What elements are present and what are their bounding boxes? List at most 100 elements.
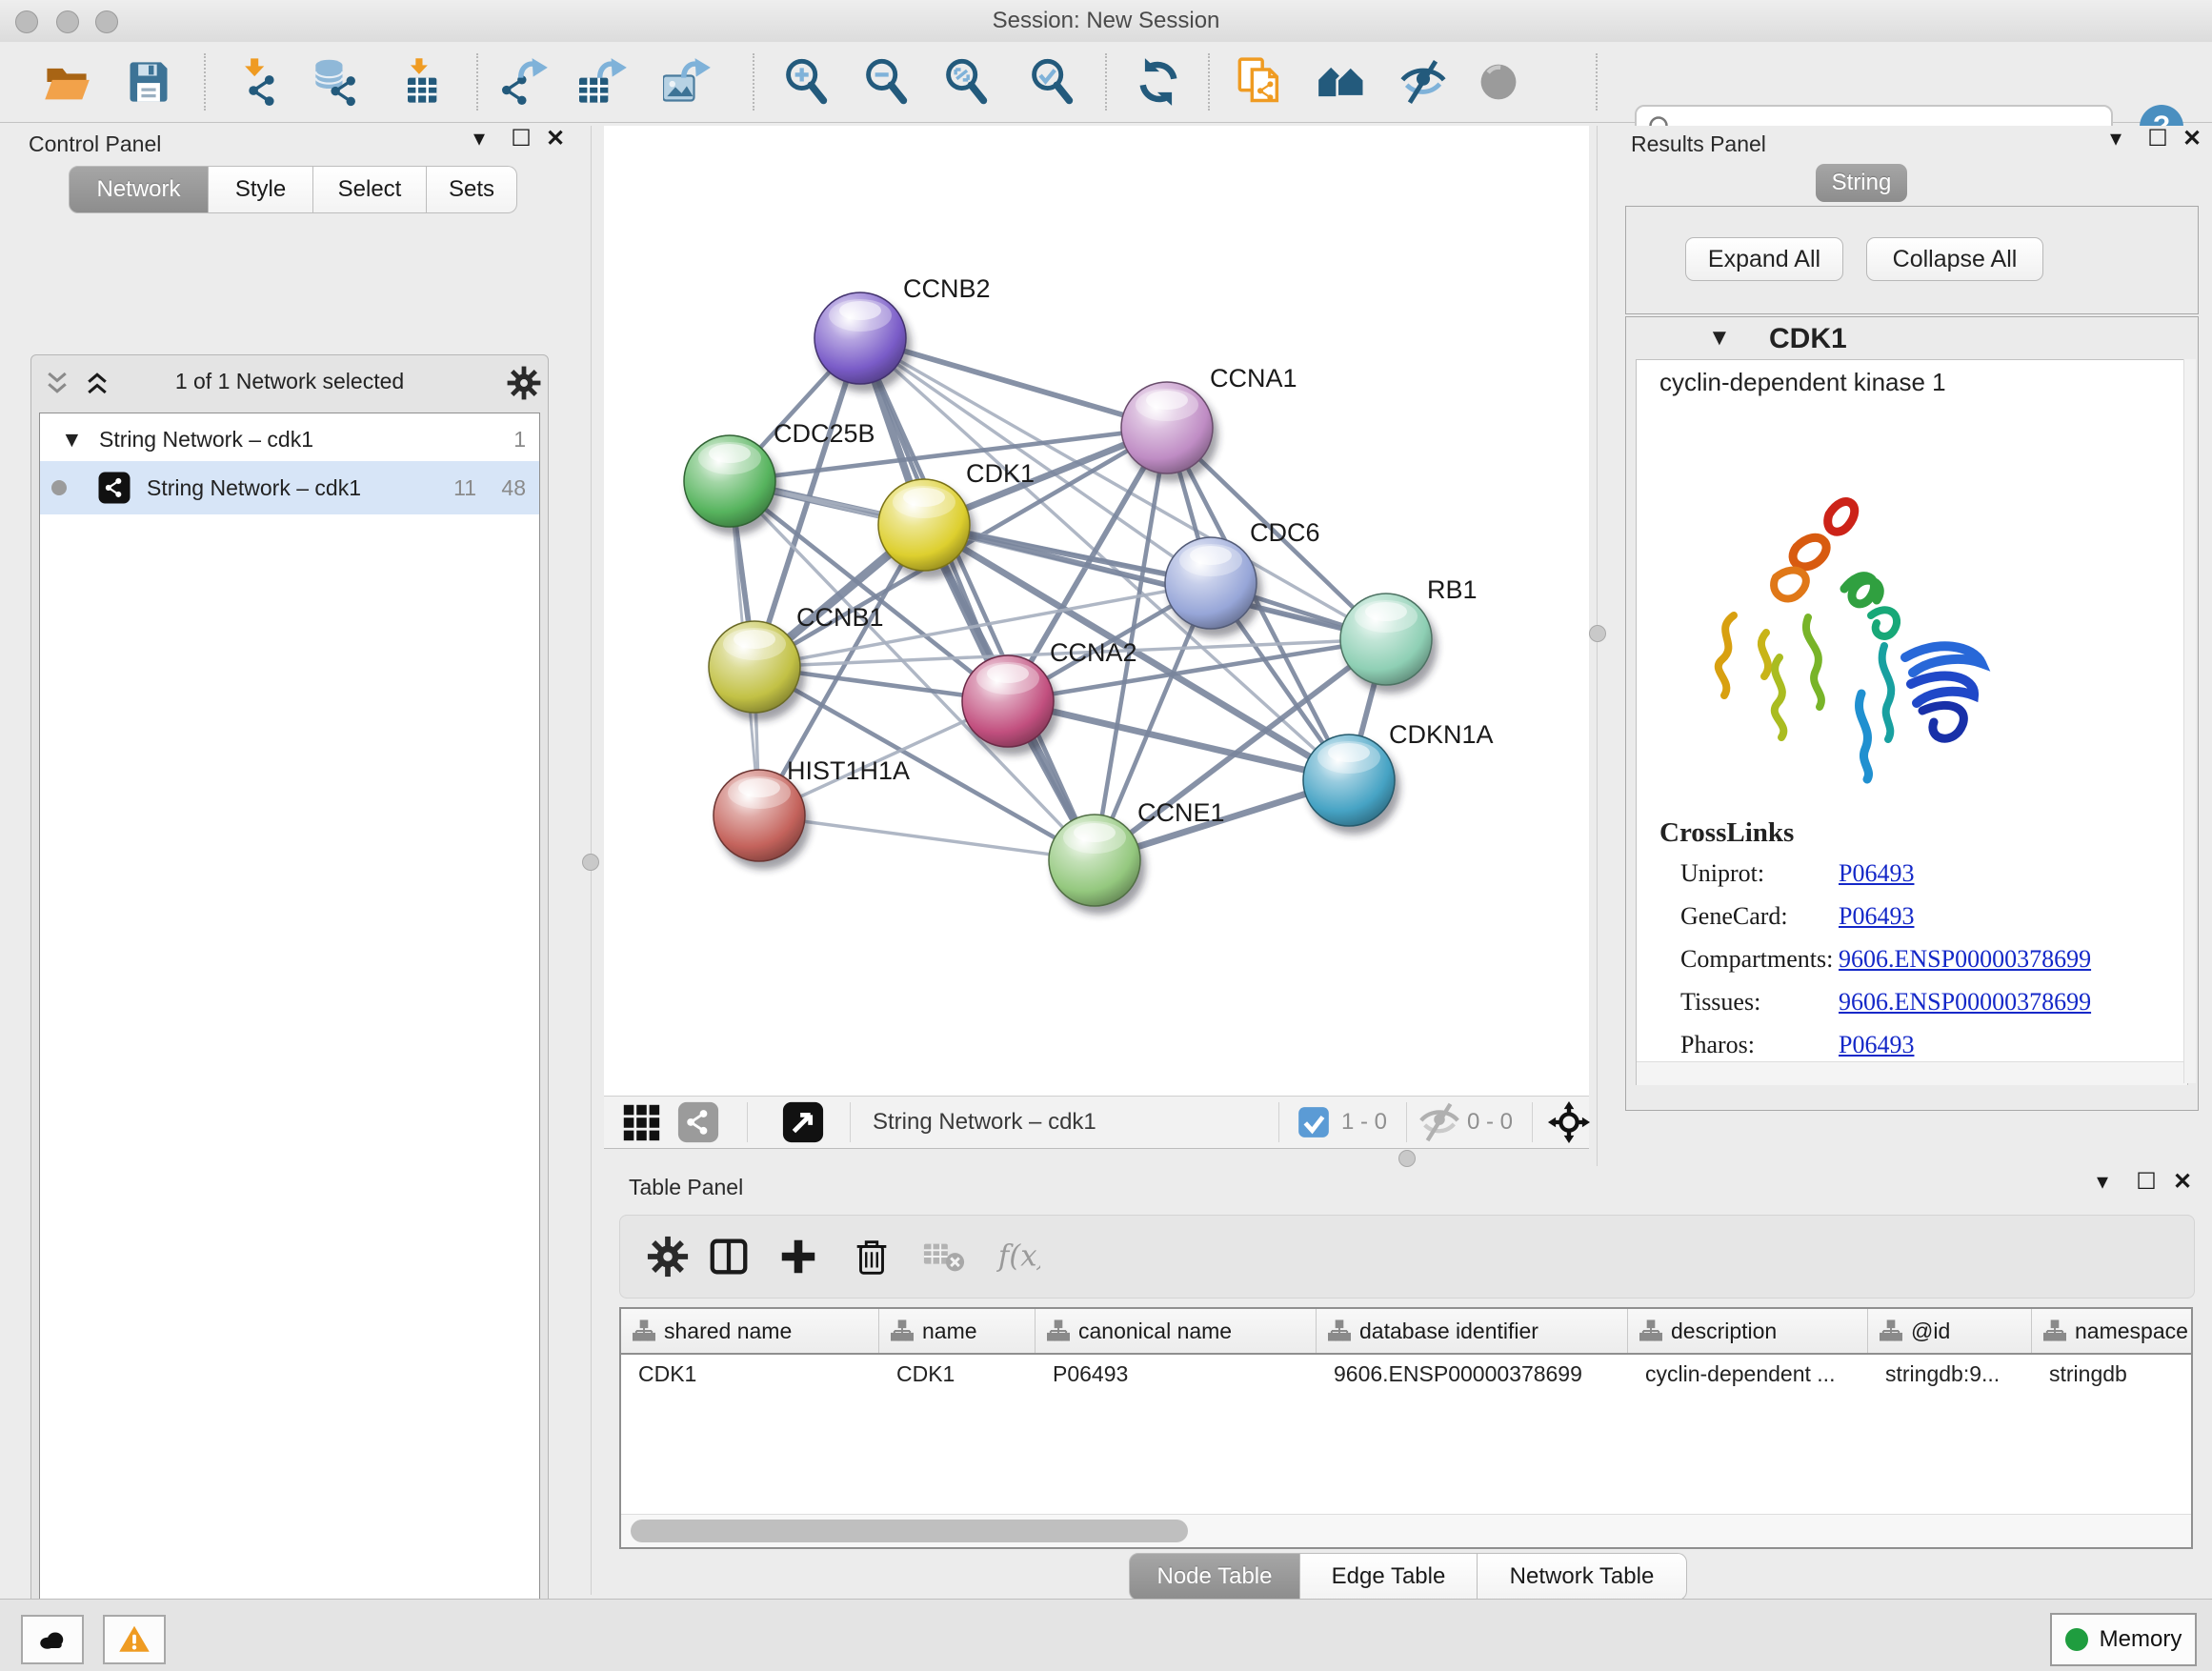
tab-node-table[interactable]: Node Table (1129, 1553, 1300, 1601)
table-cell[interactable]: stringdb (2032, 1355, 2193, 1393)
table-panel-maximize-button[interactable]: ☐ (2130, 1169, 2162, 1196)
warning-button[interactable] (103, 1615, 166, 1664)
tab-network[interactable]: Network (69, 166, 209, 213)
tab-edge-table[interactable]: Edge Table (1300, 1553, 1478, 1601)
memory-button[interactable]: Memory (2050, 1613, 2197, 1666)
birdseye-view-icon[interactable] (1547, 1100, 1591, 1144)
entry-hscrollbar[interactable] (1637, 1061, 2187, 1085)
export-image-icon[interactable] (663, 57, 713, 107)
tab-sets[interactable]: Sets (427, 166, 517, 213)
new-network-from-selection-icon[interactable] (1236, 57, 1285, 107)
table-hscrollbar[interactable] (621, 1514, 2191, 1547)
node-label-CCNB1: CCNB1 (796, 603, 884, 632)
results-entry-box: ▼ CDK1 cyclin-dependent kinase 1 CrossLi… (1625, 316, 2199, 1111)
zoom-out-icon[interactable] (861, 57, 911, 107)
refresh-layout-icon[interactable] (1134, 57, 1183, 107)
column-header-database-identifier[interactable]: database identifier (1317, 1309, 1628, 1353)
add-column-icon[interactable] (776, 1235, 820, 1278)
crosslink-value-tissues[interactable]: 9606.ENSP00000378699 (1839, 988, 2091, 1017)
hide-selected-icon[interactable] (1398, 57, 1448, 107)
table-cell[interactable]: CDK1 (621, 1355, 879, 1393)
column-header-id[interactable]: @id (1868, 1309, 2032, 1353)
column-header-name[interactable]: name (879, 1309, 1036, 1353)
crosslink-value-genecard[interactable]: P06493 (1839, 902, 1914, 931)
network-edge-CCNB2-CCNA1[interactable] (860, 338, 1167, 428)
network-collection-row[interactable]: ▼ String Network – cdk1 1 (40, 417, 539, 461)
network-node-CDKN1A[interactable] (1303, 735, 1395, 826)
entry-caret-icon[interactable]: ▼ (1708, 325, 1731, 352)
column-type-icon (891, 1319, 914, 1342)
zoom-fit-icon[interactable] (941, 57, 991, 107)
crosslink-value-uniprot[interactable]: P06493 (1839, 859, 1914, 888)
entry-vscrollbar[interactable] (2183, 359, 2196, 1083)
network-options-gear-icon[interactable] (506, 365, 542, 401)
detach-view-icon[interactable] (781, 1100, 825, 1144)
right-splitter-handle[interactable] (1589, 625, 1606, 642)
table-cell[interactable]: cyclin-dependent ... (1628, 1355, 1868, 1393)
tab-network-table[interactable]: Network Table (1478, 1553, 1687, 1601)
network-node-CCNA1[interactable] (1121, 382, 1213, 473)
crosslinks-title: CrossLinks (1659, 817, 1794, 849)
tab-string[interactable]: String (1816, 164, 1907, 202)
control-panel-close-button[interactable]: ✕ (539, 126, 572, 152)
network-node-CDK1[interactable] (878, 479, 970, 571)
column-header-canonical-name[interactable]: canonical name (1036, 1309, 1317, 1353)
network-row[interactable]: String Network – cdk1 11 48 (40, 461, 539, 514)
grid-view-icon[interactable] (619, 1100, 663, 1144)
network-node-CCNE1[interactable] (1049, 815, 1140, 906)
table-hscroll-thumb[interactable] (631, 1520, 1188, 1542)
horizontal-splitter-handle[interactable] (1398, 1150, 1416, 1167)
column-header-shared-name[interactable]: shared name (621, 1309, 879, 1353)
network-node-CCNB2[interactable] (814, 292, 906, 384)
table-cell[interactable]: stringdb:9... (1868, 1355, 2032, 1393)
crosslink-value-compartments[interactable]: 9606.ENSP00000378699 (1839, 945, 2091, 974)
export-network-icon[interactable] (500, 57, 550, 107)
network-edge-HIST1H1A-CCNE1[interactable] (759, 815, 1095, 860)
results-panel-float-button[interactable]: ▾ (2100, 126, 2132, 152)
table-cell[interactable]: CDK1 (879, 1355, 1036, 1393)
open-file-icon[interactable] (42, 57, 91, 107)
table-panel-float-button[interactable]: ▾ (2086, 1169, 2119, 1196)
delete-column-icon[interactable] (850, 1235, 894, 1278)
network-canvas[interactable]: CCNB2CCNA1CDC25BCDK1CDC6RB1CCNB1CCNA2CDK… (604, 126, 1589, 1096)
table-cell[interactable]: 9606.ENSP00000378699 (1317, 1355, 1628, 1393)
collapse-all-button[interactable]: Collapse All (1866, 237, 2043, 281)
zoom-selected-icon[interactable] (1027, 57, 1076, 107)
show-all-icon[interactable] (1474, 57, 1523, 107)
network-node-CDC25B[interactable] (684, 435, 775, 527)
crosslink-value-pharos[interactable]: P06493 (1839, 1031, 1914, 1059)
results-panel-close-button[interactable]: ✕ (2176, 126, 2208, 152)
column-header-description[interactable]: description (1628, 1309, 1868, 1353)
network-view-mode-icon[interactable] (676, 1100, 720, 1144)
show-columns-icon[interactable] (707, 1235, 751, 1278)
collection-caret-icon[interactable]: ▼ (61, 417, 83, 461)
gear-icon[interactable] (646, 1235, 690, 1278)
cloud-button[interactable] (21, 1615, 84, 1664)
expand-all-button[interactable]: Expand All (1685, 237, 1843, 281)
network-node-RB1[interactable] (1340, 594, 1432, 685)
table-cell[interactable]: P06493 (1036, 1355, 1317, 1393)
selected-checkbox-icon[interactable] (1296, 1104, 1332, 1140)
tab-select[interactable]: Select (313, 166, 427, 213)
table-row[interactable]: CDK1CDK1P064939606.ENSP00000378699cyclin… (621, 1355, 2191, 1393)
save-session-icon[interactable] (124, 57, 173, 107)
network-node-CCNB1[interactable] (709, 621, 800, 713)
right-splitter[interactable] (1597, 126, 1598, 1166)
column-type-icon (633, 1319, 655, 1342)
import-network-file-icon[interactable] (232, 57, 282, 107)
left-splitter-handle[interactable] (582, 854, 599, 871)
tab-style[interactable]: Style (209, 166, 313, 213)
control-panel-float-button[interactable]: ▾ (463, 126, 495, 152)
table-panel-close-button[interactable]: ✕ (2166, 1169, 2199, 1196)
import-table-icon[interactable] (395, 57, 445, 107)
network-node-CDC6[interactable] (1165, 537, 1257, 629)
control-panel-maximize-button[interactable]: ☐ (505, 126, 537, 152)
first-neighbors-icon[interactable] (1317, 57, 1366, 107)
network-edge-CCNA2-CDKN1A[interactable] (1008, 701, 1349, 780)
column-header-namespace[interactable]: namespace (2032, 1309, 2193, 1353)
results-panel-maximize-button[interactable]: ☐ (2142, 126, 2174, 152)
network-node-CCNA2[interactable] (962, 655, 1054, 747)
import-network-database-icon[interactable] (312, 57, 361, 107)
zoom-in-icon[interactable] (781, 57, 831, 107)
export-table-icon[interactable] (579, 57, 629, 107)
